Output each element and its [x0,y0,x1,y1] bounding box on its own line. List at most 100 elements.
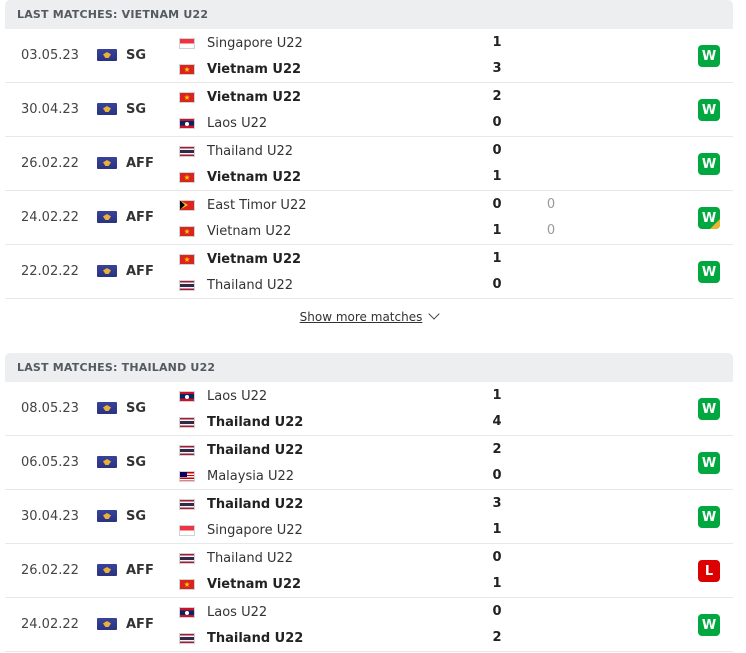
show-more-matches-link[interactable]: Show more matches [300,310,423,324]
result-badge[interactable]: W [698,99,720,121]
match-row[interactable]: 26.02.22 AFF Thailand U22 0 Vietnam U22 1 L [5,544,733,598]
vn-flag-icon [179,253,195,265]
match-row[interactable]: 06.05.23 SG Thailand U22 2 Malaysia U22 0 W [5,436,733,490]
match-date: 03.05.23 [21,48,79,63]
home-team[interactable]: Laos U22 [179,602,267,622]
competition-code: SG [126,401,147,416]
sg-flag-icon [179,524,195,536]
home-team[interactable]: Thailand U22 [179,141,293,161]
match-row[interactable]: 24.02.22 AFF East Timor U22 0 0 Vietnam U22 1 0… [5,191,733,245]
away-score: 0 [492,468,502,483]
th-flag-icon [179,498,195,510]
away-team[interactable]: Singapore U22 [179,520,303,540]
team-name: Thailand U22 [207,277,294,293]
result-badge[interactable]: W [698,207,720,229]
away-team[interactable]: Vietnam U22 [179,59,301,79]
vn-flag-icon [179,91,195,103]
match-date: 22.02.22 [21,264,79,279]
vn-flag-icon [179,171,195,183]
away-penalty-score: 0 [546,223,556,238]
team-name: Thailand U22 [207,414,304,430]
home-team[interactable]: Vietnam U22 [179,87,301,107]
th-flag-icon [179,444,195,456]
match-list: 03.05.23 SG Singapore U22 1 Vietnam U22 3 W 30… [5,29,733,299]
away-score: 3 [492,61,502,76]
team-name: Vietnam U22 [207,61,302,77]
match-row[interactable]: 26.02.22 AFF Thailand U22 0 Vietnam U22 1 W [5,137,733,191]
home-score: 2 [492,442,502,457]
match-row[interactable]: 08.05.23 SG Laos U22 1 Thailand U22 4 W [5,382,733,436]
away-team[interactable]: Vietnam U22 [179,221,291,241]
home-score: 0 [492,197,502,212]
result-badge[interactable]: W [698,452,720,474]
away-team[interactable]: Vietnam U22 [179,574,301,594]
away-score: 0 [492,115,502,130]
home-penalty-score: 0 [546,197,556,212]
section-header: LAST MATCHES: THAILAND U22 [5,353,733,382]
competition-flag-icon [97,402,117,414]
match-date: 26.02.22 [21,563,79,578]
match-row[interactable]: 24.02.22 AFF Laos U22 0 Thailand U22 2 W [5,598,733,652]
home-team[interactable]: Thailand U22 [179,440,303,460]
competition-code: AFF [126,210,154,225]
team-name: Thailand U22 [207,630,304,646]
away-team[interactable]: Malaysia U22 [179,466,294,486]
match-row[interactable]: 03.05.23 SG Singapore U22 1 Vietnam U22 3 W [5,29,733,83]
match-row[interactable]: 22.02.22 AFF Vietnam U22 1 Thailand U22 0 W [5,245,733,299]
team-name: Thailand U22 [207,442,304,458]
away-score: 2 [492,630,502,645]
home-team[interactable]: Singapore U22 [179,33,303,53]
home-team[interactable]: Laos U22 [179,386,267,406]
sg-flag-icon [179,37,195,49]
match-row[interactable]: 30.04.23 SG Vietnam U22 2 Laos U22 0 W [5,83,733,137]
section-header: LAST MATCHES: VIETNAM U22 [5,0,733,29]
match-date: 26.02.22 [21,156,79,171]
result-badge[interactable]: W [698,153,720,175]
away-team[interactable]: Laos U22 [179,113,267,133]
home-score: 2 [492,89,502,104]
result-badge[interactable]: W [698,45,720,67]
competition-code: AFF [126,156,154,171]
match-date: 24.02.22 [21,617,79,632]
section-thailand-last-matches: LAST MATCHES: THAILAND U22 08.05.23 SG Lao… [5,353,733,652]
home-score: 1 [492,388,502,403]
my-flag-icon [179,470,195,482]
result-badge[interactable]: W [698,614,720,636]
away-team[interactable]: Vietnam U22 [179,167,301,187]
match-date: 24.02.22 [21,210,79,225]
chevron-down-icon[interactable] [428,308,441,320]
away-team[interactable]: Thailand U22 [179,412,303,432]
home-team[interactable]: Thailand U22 [179,494,303,514]
result-badge[interactable]: W [698,398,720,420]
team-name: Singapore U22 [207,522,303,538]
team-name: Malaysia U22 [207,468,294,484]
home-score: 0 [492,550,502,565]
competition-code: AFF [126,617,154,632]
home-score: 1 [492,251,502,266]
result-badge[interactable]: L [698,560,720,582]
competition-code: AFF [126,563,154,578]
th-flag-icon [179,552,195,564]
competition-code: SG [126,455,147,470]
match-date: 08.05.23 [21,401,79,416]
home-team[interactable]: East Timor U22 [179,195,307,215]
team-name: Laos U22 [207,604,268,620]
match-row[interactable]: 30.04.23 SG Thailand U22 3 Singapore U22 1 W [5,490,733,544]
away-team[interactable]: Thailand U22 [179,275,293,295]
result-badge[interactable]: W [698,261,720,283]
show-more-row: Show more matches [5,308,733,324]
tl-flag-icon [179,199,195,211]
result-badge[interactable]: W [698,506,720,528]
th-flag-icon [179,632,195,644]
home-team[interactable]: Thailand U22 [179,548,293,568]
competition-flag-icon [97,618,117,630]
vn-flag-icon [179,225,195,237]
home-team[interactable]: Vietnam U22 [179,249,301,269]
team-name: Thailand U22 [207,496,304,512]
competition-flag-icon [97,564,117,576]
home-score: 0 [492,143,502,158]
competition-flag-icon [97,510,117,522]
team-name: East Timor U22 [207,197,307,213]
away-team[interactable]: Thailand U22 [179,628,303,648]
team-name: Singapore U22 [207,35,303,51]
